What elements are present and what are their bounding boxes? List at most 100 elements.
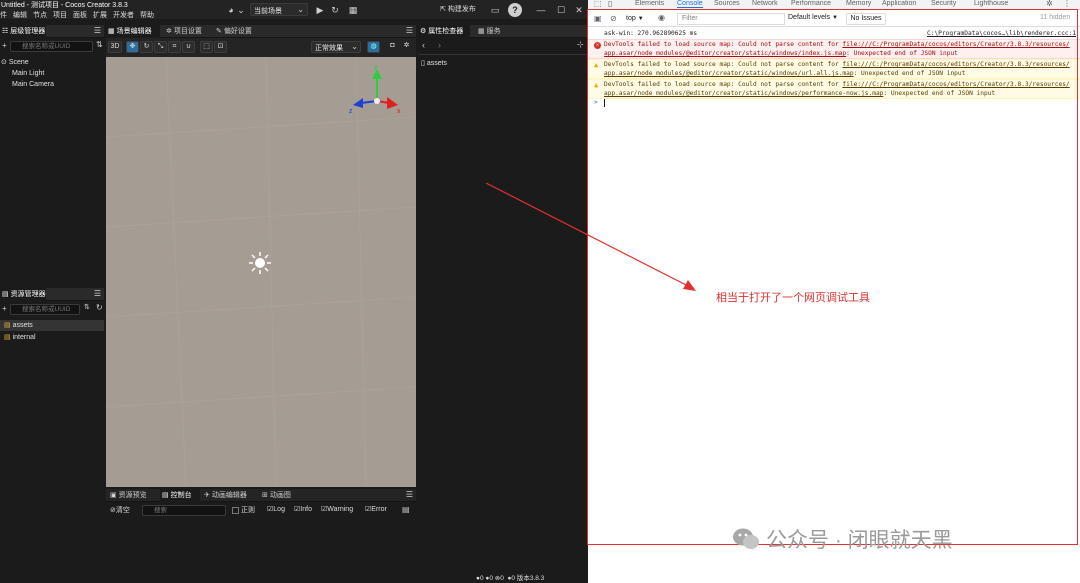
menu-item[interactable]: 节点 [33,10,47,19]
back-arrow-icon[interactable]: ‹ [422,40,425,50]
message-link[interactable]: file:///C:/ProgramData/cocos/editors/Cre… [842,81,1069,88]
panel-menu-icon[interactable]: ☰ [406,490,413,499]
message-link[interactable]: app.asar/node_modules/@editor/creator/st… [604,50,846,57]
tree-item-main-light[interactable]: Main Light [12,70,44,77]
tab-scene-editor[interactable]: ▦ 场景编辑器 [106,25,160,38]
collapse-icon[interactable]: ⇅ [96,40,103,49]
devtools-tab-lighthouse[interactable]: Lighthouse [974,0,1008,7]
devtools-tab-sources[interactable]: Sources [714,0,740,7]
refresh-icon[interactable]: ↻ [96,303,103,312]
tab-services[interactable]: ▦ 服务 [476,25,508,38]
tab-assets[interactable]: ▤ 资源管理器 [0,288,46,301]
console-search-input[interactable]: 搜索 [142,505,226,516]
tab-preferences[interactable]: ✎ 偏好设置 [214,25,264,38]
maximize-icon[interactable]: ☐ [554,3,568,17]
tab-animation-editor[interactable]: ✈ 动画编辑器 [202,489,258,502]
refresh-icon[interactable]: ↻ [328,3,342,17]
menu-item[interactable]: 面板 [73,10,87,19]
message-source-link[interactable]: C:\ProgramData\cocos…\lib\renderer.ccc:1 [927,30,1076,38]
panel-menu-icon[interactable]: ☰ [94,289,101,298]
toggle-3d-button[interactable]: 3D [108,41,122,53]
tab-inspector[interactable]: ⚙ 属性检查器 [418,25,470,38]
camera-icon[interactable]: ◘ [386,41,399,53]
minimize-icon[interactable]: — [534,3,548,17]
tab-project-settings[interactable]: ✲ 项目设置 [164,25,212,38]
devtools-tab-performance[interactable]: Performance [791,0,831,7]
tab-asset-preview[interactable]: ▣ 资源预览 [108,489,156,502]
transform-tool-icon[interactable]: ∪ [182,41,195,53]
devtools-tab-memory[interactable]: Memory [846,0,871,7]
inspector-asset-item[interactable]: ▯ assets [421,59,447,67]
tab-hierarchy[interactable]: ☷ 层级管理器 [0,25,46,38]
sun-light-icon[interactable] [248,251,272,275]
forward-arrow-icon[interactable]: › [438,40,441,50]
filter-log-checkbox[interactable]: ☑Log [267,505,285,513]
console-prompt[interactable]: > [588,99,1080,109]
axis-gizmo[interactable]: y z x [349,65,409,115]
menu-item[interactable]: 件 [0,10,7,19]
filter-error-checkbox[interactable]: ☑Error [365,505,387,513]
scale-tool-icon[interactable]: ⤡ [154,41,167,53]
console-filter-input[interactable]: Filter [677,13,785,25]
device-toolbar-icon[interactable]: ▯ [608,0,612,8]
lightbulb-icon[interactable]: ◍ [367,41,380,53]
log-levels-select[interactable]: Default levels ▼ [788,14,838,21]
pin-icon[interactable]: ⊹ [577,40,584,49]
devtools-tab-network[interactable]: Network [752,0,778,7]
devtools-tab-elements[interactable]: Elements [635,0,664,7]
move-tool-icon[interactable]: ✥ [126,41,139,53]
more-options-icon[interactable]: ⋮ [1063,0,1071,8]
close-icon[interactable]: ✕ [572,3,586,17]
devtools-tab-security[interactable]: Security [931,0,956,7]
panel-menu-icon[interactable]: ☰ [406,26,413,35]
qr-code-icon[interactable]: ▦ [346,3,360,17]
asset-item-internal[interactable]: ▤ internal [4,333,36,341]
menu-item[interactable]: 开发者 [113,10,134,19]
context-select[interactable]: top ▼ [626,14,652,24]
filter-warning-checkbox[interactable]: ☑Warning [321,505,353,513]
message-link[interactable]: file:///C:/ProgramData/cocos/editors/Cre… [842,41,1069,48]
panel-menu-icon[interactable]: ☰ [94,26,101,35]
assets-search-input[interactable]: 搜索名称或UUID [10,304,80,315]
menu-item[interactable]: 帮助 [140,10,154,19]
save-log-icon[interactable]: ▤ [402,505,410,514]
issues-button[interactable]: No Issues [846,13,886,25]
devtools-tab-application[interactable]: Application [882,0,916,7]
eye-icon[interactable]: ◉ [658,13,665,22]
asset-item-assets[interactable]: ▤ assets [0,320,104,331]
rect-tool-icon[interactable]: ⌗ [168,41,181,53]
menu-item[interactable]: 扩展 [93,10,107,19]
add-node-icon[interactable]: + [2,41,7,50]
scene-viewport[interactable]: y z x [106,57,416,487]
tab-console[interactable]: ▤ 控制台 [160,489,200,502]
tree-item-scene[interactable]: ⊙ Scene [1,58,29,66]
tree-item-main-camera[interactable]: Main Camera [12,81,54,88]
menu-item[interactable]: 编辑 [13,10,27,19]
add-asset-icon[interactable]: + [2,304,7,313]
tab-animation-graph[interactable]: ⊞ 动画图 [260,489,300,502]
hierarchy-search-input[interactable]: 搜索名称或UUID [10,41,93,52]
build-publish-button[interactable]: ⇱ 构建发布 [440,3,476,16]
rotate-tool-icon[interactable]: ↻ [140,41,153,53]
inspect-element-icon[interactable]: ⬚ [594,0,602,8]
render-mode-select[interactable]: 正常效果 ⌄ [311,41,361,53]
sidebar-toggle-icon[interactable]: ▣ [594,14,602,23]
settings-gear-icon[interactable]: ✲ [400,41,413,53]
clear-button[interactable]: ⊘清空 [110,505,130,515]
folder-icon[interactable]: ▭ [488,3,502,17]
filter-info-checkbox[interactable]: ☑Info [294,505,312,513]
sort-icon[interactable]: ⇅ [84,303,90,311]
help-icon[interactable]: ? [508,3,522,17]
regex-checkbox[interactable]: 正则 [232,505,255,515]
play-icon[interactable]: ▶ [313,3,327,17]
clear-console-icon[interactable]: ⊘ [610,14,617,23]
chevron-down-icon[interactable]: ⌄ [234,3,248,17]
focus-icon[interactable]: ⊡ [214,41,227,53]
settings-gear-icon[interactable]: ✲ [1046,0,1053,8]
message-link[interactable]: file:///C:/ProgramData/cocos/editors/Cre… [842,61,1069,68]
snap-icon[interactable]: ⬚ [200,41,213,53]
devtools-tab-console[interactable]: Console [677,0,703,8]
message-link[interactable]: app.asar/node_modules/@editor/creator/st… [604,70,854,77]
scene-select[interactable]: 当前场景 ⌄ [250,3,308,16]
message-link[interactable]: app.asar/node_modules/@editor/creator/st… [604,90,883,97]
